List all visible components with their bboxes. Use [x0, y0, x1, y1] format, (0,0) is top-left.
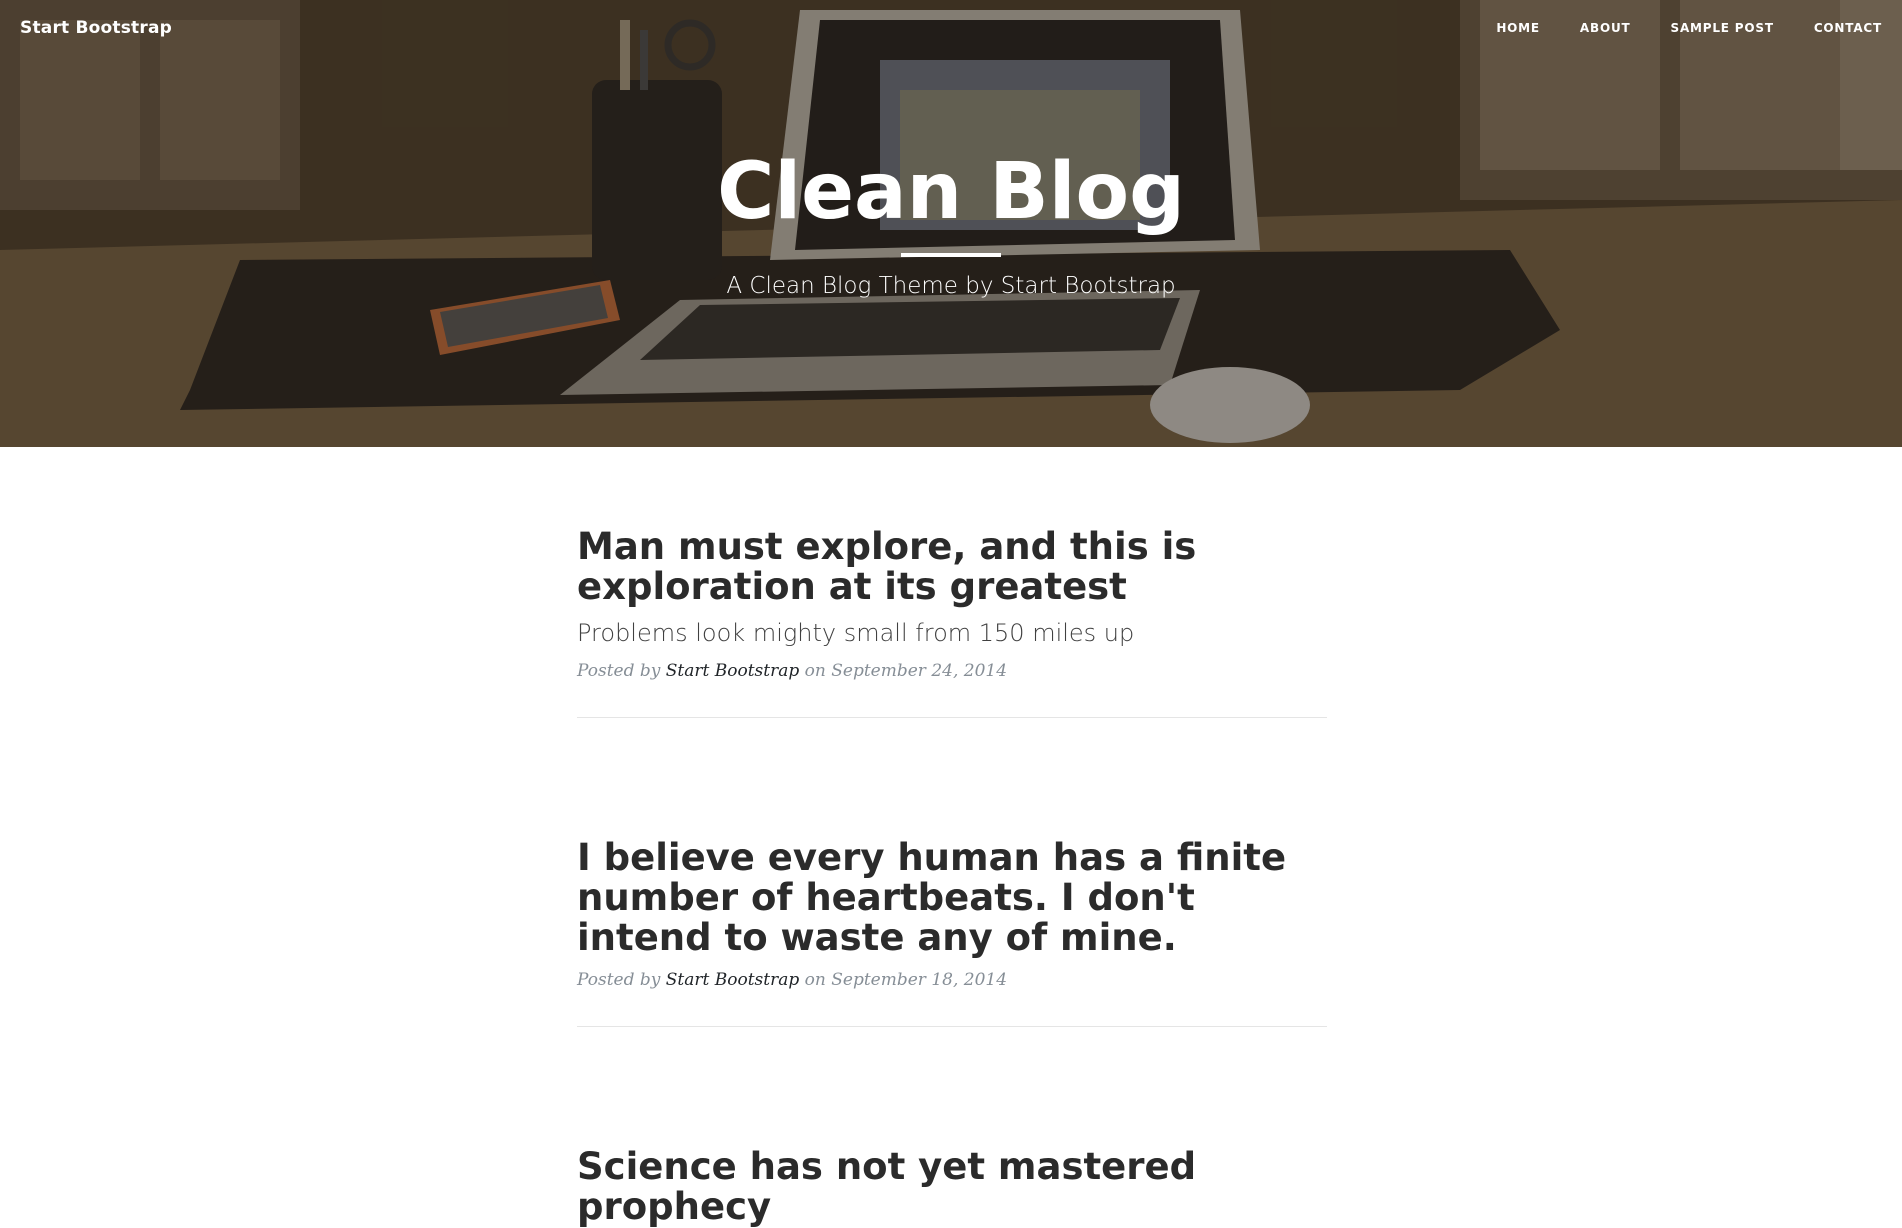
- post-meta-prefix: Posted by: [577, 970, 661, 990]
- post-link[interactable]: Science has not yet mastered prophecy: [577, 1147, 1327, 1227]
- heading-divider: [901, 253, 1001, 257]
- post-divider: [577, 717, 1327, 718]
- post-meta: Posted by Start Bootstrap on September 2…: [577, 659, 1327, 683]
- posts-container: Man must explore, and this is exploratio…: [577, 447, 1327, 1227]
- post-title: I believe every human has a finite numbe…: [577, 836, 1287, 959]
- post-meta: Posted by Start Bootstrap on September 1…: [577, 968, 1327, 992]
- post-divider: [577, 1026, 1327, 1027]
- site-subheading: A Clean Blog Theme by Start Bootstrap: [726, 273, 1176, 299]
- post-meta-prefix: Posted by: [577, 661, 661, 681]
- post-preview: Man must explore, and this is exploratio…: [577, 447, 1327, 683]
- post-date: September 24, 2014: [831, 661, 1008, 681]
- post-author-link[interactable]: Start Bootstrap: [666, 970, 799, 990]
- post-date: September 18, 2014: [831, 970, 1008, 990]
- post-subtitle: Problems look mighty small from 150 mile…: [577, 619, 1135, 647]
- post-preview: Science has not yet mastered prophecy: [577, 1067, 1327, 1227]
- nav-link-sample-post[interactable]: SAMPLE POST: [1671, 21, 1774, 35]
- nav-link-contact[interactable]: CONTACT: [1814, 21, 1882, 35]
- brand-link[interactable]: Start Bootstrap: [20, 18, 172, 38]
- post-link[interactable]: Man must explore, and this is exploratio…: [577, 527, 1327, 649]
- post-preview: I believe every human has a finite numbe…: [577, 758, 1327, 992]
- post-title: Science has not yet mastered prophecy: [577, 1145, 1197, 1228]
- main-navbar: Start Bootstrap HOME ABOUT SAMPLE POST C…: [0, 0, 1902, 58]
- site-heading: Clean Blog A Clean Blog Theme by Start B…: [0, 145, 1902, 301]
- post-meta-on: on: [804, 661, 826, 681]
- post-meta-on: on: [804, 970, 826, 990]
- hero-header: Start Bootstrap HOME ABOUT SAMPLE POST C…: [0, 0, 1902, 447]
- nav-link-about[interactable]: ABOUT: [1580, 21, 1631, 35]
- post-author-link[interactable]: Start Bootstrap: [666, 661, 799, 681]
- nav-link-home[interactable]: HOME: [1496, 21, 1540, 35]
- post-link[interactable]: I believe every human has a finite numbe…: [577, 838, 1327, 958]
- post-title: Man must explore, and this is exploratio…: [577, 525, 1197, 608]
- site-title: Clean Blog: [717, 147, 1185, 237]
- nav-links: HOME ABOUT SAMPLE POST CONTACT: [1456, 21, 1882, 35]
